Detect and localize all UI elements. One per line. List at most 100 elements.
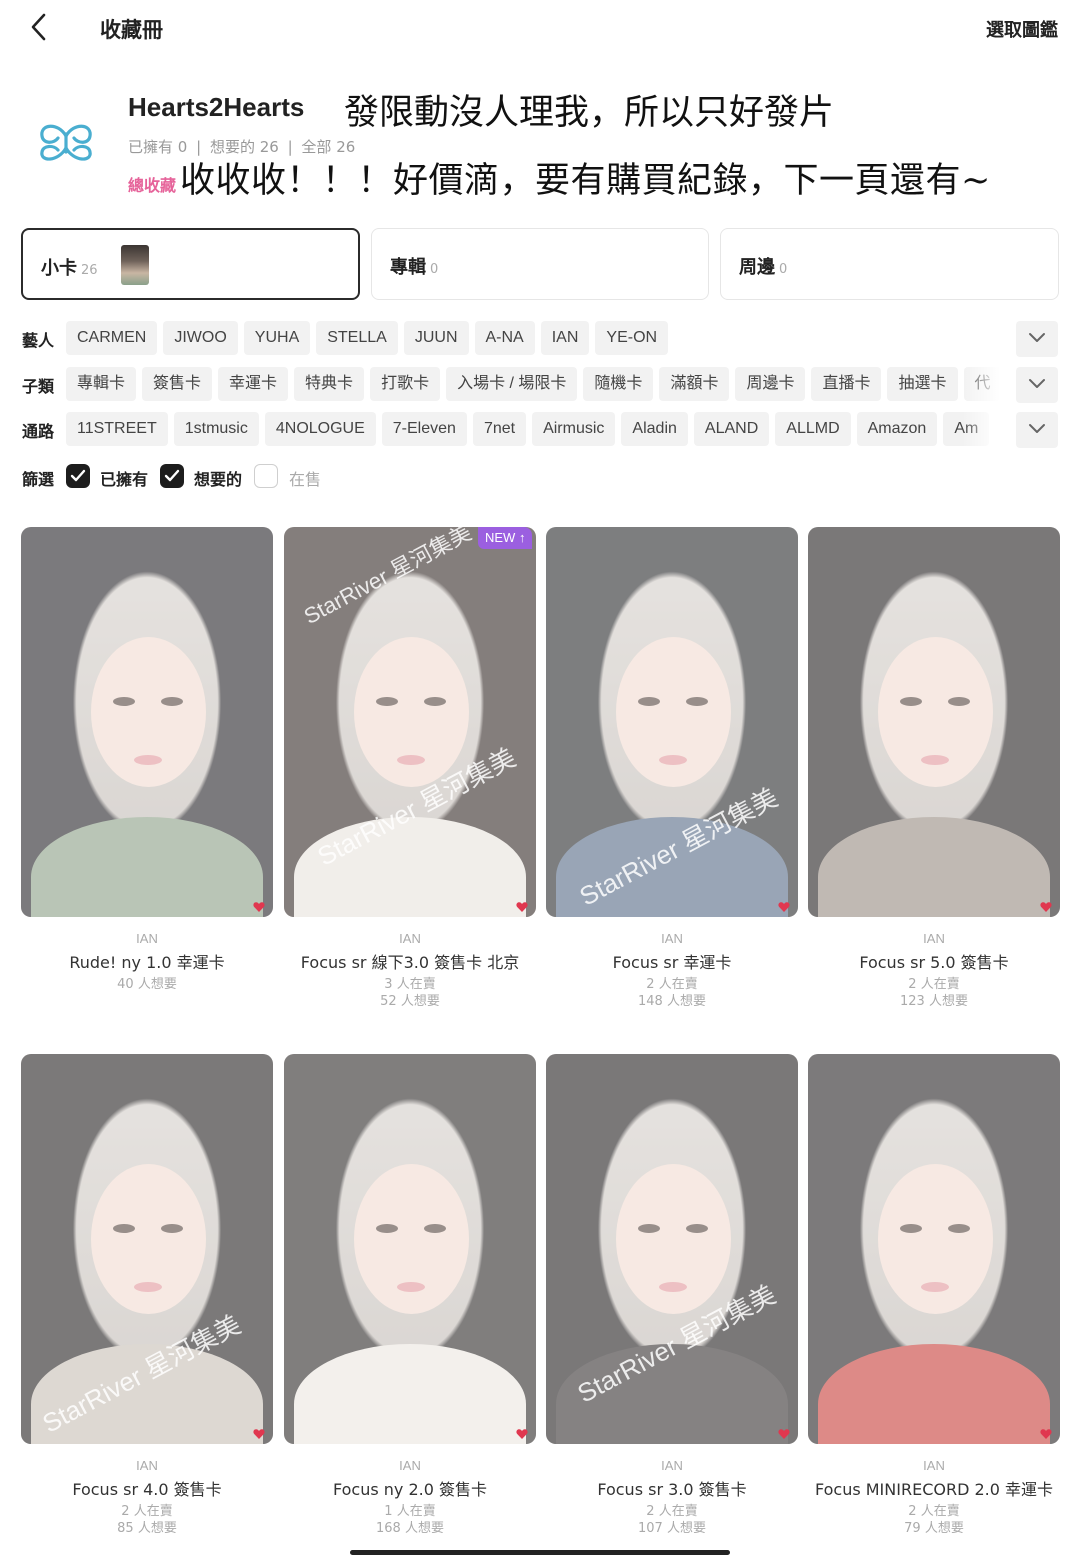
- filter-chip[interactable]: 滿額卡: [659, 367, 730, 401]
- chevron-down-icon: [1029, 333, 1045, 342]
- filter-chip[interactable]: Amazon: [856, 412, 938, 446]
- photocard-image: [808, 527, 1060, 917]
- photocard-image: StarRiver 星河集美: [546, 1054, 798, 1444]
- photocard-item[interactable]: IAN Focus sr 5.0 簽售卡 2 人在賣 123 人想要: [808, 527, 1060, 1017]
- chevron-down-icon: [1029, 379, 1045, 388]
- page-title: 收藏冊: [100, 18, 163, 42]
- filter-chip[interactable]: JUUN: [403, 321, 469, 355]
- heart-icon[interactable]: [778, 1428, 790, 1440]
- filter-chip[interactable]: STELLA: [316, 321, 398, 355]
- heart-icon[interactable]: [516, 901, 528, 913]
- filter-chip[interactable]: 幸運卡: [218, 367, 289, 401]
- card-stat-line2: 148 人想要: [638, 994, 706, 1009]
- card-stat-line2: 79 人想要: [904, 1521, 964, 1536]
- channel-expand-button[interactable]: [1016, 412, 1058, 448]
- tab-photocard[interactable]: 小卡 26: [21, 228, 360, 300]
- filter-chip[interactable]: 周邊卡: [735, 367, 806, 401]
- filter-chip[interactable]: Airmusic: [532, 412, 616, 446]
- on-sale-checkbox[interactable]: [254, 464, 278, 488]
- filter-chip[interactable]: 直播卡: [811, 367, 882, 401]
- filter-chip[interactable]: YUHA: [243, 321, 311, 355]
- heart-icon[interactable]: [253, 1428, 265, 1440]
- filter-chip[interactable]: 7-Eleven: [381, 412, 467, 446]
- subtype-expand-button[interactable]: [1016, 367, 1058, 403]
- photocard-item[interactable]: StarRiver 星河集美 IAN Focus sr 幸運卡 2 人在賣 148 人想…: [546, 527, 798, 1017]
- photocard-image: [284, 1054, 536, 1444]
- card-title: Focus sr 3.0 簽售卡: [597, 1480, 747, 1499]
- filter-chip[interactable]: YE-ON: [595, 321, 669, 355]
- card-member: IAN: [923, 931, 945, 946]
- card-member: IAN: [399, 1458, 421, 1473]
- filter-chip[interactable]: CARMEN: [66, 321, 158, 355]
- heart-icon[interactable]: [778, 901, 790, 913]
- filter-chip[interactable]: 特典卡: [294, 367, 365, 401]
- channel-filter-row: 通路 11STREET 1stmusic 4NOLOGUE 7-Eleven 7net A…: [0, 412, 1080, 448]
- subtype-filter-row: 子類 專輯卡 簽售卡 幸運卡 特典卡 打歌卡 入場卡 / 場限卡 隨機卡 滿額卡 周邊卡 直播卡抽…: [0, 367, 1080, 403]
- on-sale-checkbox-label[interactable]: 在售: [289, 466, 321, 490]
- back-chevron-icon[interactable]: [28, 12, 52, 42]
- card-member: IAN: [136, 931, 158, 946]
- top-bar: 收藏冊 選取圖鑑: [0, 0, 1080, 56]
- filter-chip[interactable]: 打歌卡: [370, 367, 441, 401]
- photocard-image: StarRiver 星河集美: [546, 527, 798, 917]
- wanted-checkbox[interactable]: [160, 464, 184, 488]
- artist-filter-label: 藝人: [22, 331, 55, 350]
- screen-filter-row: 篩選 已擁有 想要的 在售: [0, 460, 1080, 492]
- card-stat-line2: 123 人想要: [900, 994, 968, 1009]
- card-title: Focus sr 4.0 簽售卡: [72, 1480, 222, 1499]
- photocard-item[interactable]: StarRiver 星河集美 IAN Focus sr 3.0 簽售卡 2 人在賣 10…: [546, 1054, 798, 1544]
- artist-filter-row: 藝人 CARMEN JIWOO YUHA STELLA JUUN A-NA IAN YE-ON: [0, 321, 1080, 357]
- filter-chip[interactable]: 1stmusic: [173, 412, 259, 446]
- tab-count: 0: [430, 262, 439, 277]
- card-stat-line2: 52 人想要: [380, 994, 440, 1009]
- photocard-item[interactable]: StarRiver 星河集美 IAN Focus sr 4.0 簽售卡 2 人在賣 85…: [21, 1054, 273, 1544]
- filter-chip[interactable]: Aladin: [621, 412, 688, 446]
- heart-icon[interactable]: [1040, 901, 1052, 913]
- home-indicator: [350, 1550, 730, 1555]
- filter-chip[interactable]: 專輯卡: [66, 367, 137, 401]
- owned-count: 已擁有 0: [128, 138, 188, 156]
- photocard-item[interactable]: IAN Rude! ny 1.0 幸運卡 40 人想要: [21, 527, 273, 1017]
- channel-chips: 11STREET 1stmusic 4NOLOGUE 7-Eleven 7net Airm…: [66, 412, 1012, 448]
- card-member: IAN: [399, 931, 421, 946]
- wanted-checkbox-label[interactable]: 想要的: [194, 466, 242, 490]
- card-stat-line2: 168 人想要: [376, 1521, 444, 1536]
- chevron-down-icon: [1029, 424, 1045, 433]
- heart-icon[interactable]: [253, 901, 265, 913]
- filter-chip[interactable]: ALLMD: [775, 412, 851, 446]
- artist-expand-button[interactable]: [1016, 321, 1058, 357]
- group-logo-icon: [36, 118, 96, 168]
- tab-merch[interactable]: 周邊 0: [720, 228, 1059, 300]
- filter-chip[interactable]: IAN: [540, 321, 590, 355]
- card-title: Focus sr 幸運卡: [612, 953, 732, 972]
- filter-chip[interactable]: 4NOLOGUE: [264, 412, 376, 446]
- photocard-image: [21, 527, 273, 917]
- card-stat-line1: 40 人想要: [117, 977, 177, 992]
- filter-chip[interactable]: 簽售卡: [142, 367, 213, 401]
- photocard-item[interactable]: StarRiver 星河集美 StarRiver 星河集美 NEW ↑ IAN Focu…: [284, 527, 536, 1017]
- check-icon: [164, 469, 180, 482]
- filter-chip[interactable]: JIWOO: [163, 321, 238, 355]
- tab-label: 小卡: [41, 258, 77, 279]
- card-member: IAN: [923, 1458, 945, 1473]
- heart-icon[interactable]: [516, 1428, 528, 1440]
- check-icon: [70, 469, 86, 482]
- filter-chip[interactable]: 抽選卡: [887, 367, 958, 401]
- filter-chip[interactable]: A-NA: [474, 321, 535, 355]
- filter-chip[interactable]: ALAND: [693, 412, 770, 446]
- photocard-item[interactable]: IAN Focus ny 2.0 簽售卡 1 人在賣 168 人想要: [284, 1054, 536, 1544]
- filter-chip[interactable]: 11STREET: [66, 412, 168, 446]
- tab-album[interactable]: 專輯 0: [371, 228, 709, 300]
- select-collection-button[interactable]: 選取圖鑑: [986, 16, 1058, 42]
- heart-icon[interactable]: [1040, 1428, 1052, 1440]
- owned-checkbox[interactable]: [66, 464, 90, 488]
- photocard-item[interactable]: IAN Focus MINIRECORD 2.0 幸運卡 2 人在賣 79 人想要: [808, 1054, 1060, 1544]
- screen-filter-label: 篩選: [22, 470, 55, 489]
- filter-chip[interactable]: 入場卡 / 場限卡: [446, 367, 578, 401]
- filter-chip[interactable]: 隨機卡: [583, 367, 654, 401]
- filter-chip[interactable]: 7net: [472, 412, 527, 446]
- owned-checkbox-label[interactable]: 已擁有: [100, 466, 148, 490]
- photocard-thumbnail: [121, 245, 149, 285]
- card-title: Focus MINIRECORD 2.0 幸運卡: [814, 1480, 1054, 1499]
- tab-count: 26: [81, 263, 98, 278]
